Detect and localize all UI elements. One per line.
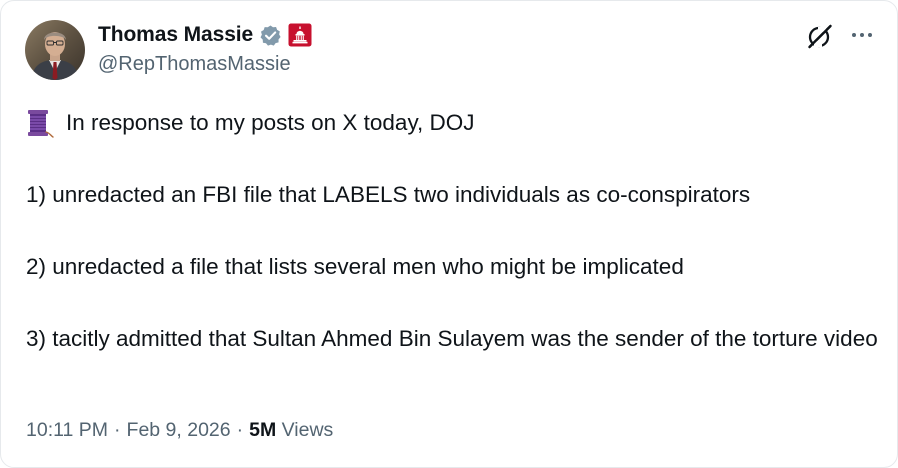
views-label: Views bbox=[281, 419, 334, 441]
tweet-date[interactable]: Feb 9, 2026 bbox=[127, 419, 231, 442]
tweet-point-3: 3) tacitly admitted that Sultan Ahmed Bi… bbox=[26, 326, 878, 351]
author-handle[interactable]: @RepThomasMassie bbox=[98, 53, 291, 76]
views-stat[interactable]: 5M Views bbox=[249, 419, 333, 442]
tweet-point-2: 2) unredacted a file that lists several … bbox=[26, 254, 684, 279]
tweet-text: In response to my posts on X today, DOJ … bbox=[26, 105, 884, 357]
tweet-intro-text: In response to my posts on X today, DOJ bbox=[66, 110, 475, 135]
verified-badge-icon[interactable] bbox=[259, 24, 282, 47]
tweet-time[interactable]: 10:11 PM bbox=[26, 419, 108, 442]
author-name-row: Thomas Massie bbox=[98, 21, 312, 49]
tweet-card: Thomas Massie @RepThomasMassie In respon… bbox=[0, 0, 898, 468]
author-display-name[interactable]: Thomas Massie bbox=[98, 23, 253, 47]
tweet-intro-line: In response to my posts on X today, DOJ bbox=[26, 105, 884, 141]
meta-separator: · bbox=[236, 419, 244, 441]
avatar[interactable] bbox=[25, 20, 85, 80]
tweet-point-1: 1) unredacted an FBI file that LABELS tw… bbox=[26, 182, 751, 207]
more-icon[interactable] bbox=[847, 23, 877, 47]
meta-separator: · bbox=[114, 419, 121, 441]
grok-icon[interactable] bbox=[805, 21, 835, 51]
us-capitol-badge-icon[interactable] bbox=[288, 23, 312, 47]
tweet-meta: 10:11 PM · Feb 9, 2026 · 5M Views bbox=[26, 419, 333, 442]
thread-spool-icon bbox=[26, 108, 54, 138]
views-count: 5M bbox=[249, 419, 277, 441]
